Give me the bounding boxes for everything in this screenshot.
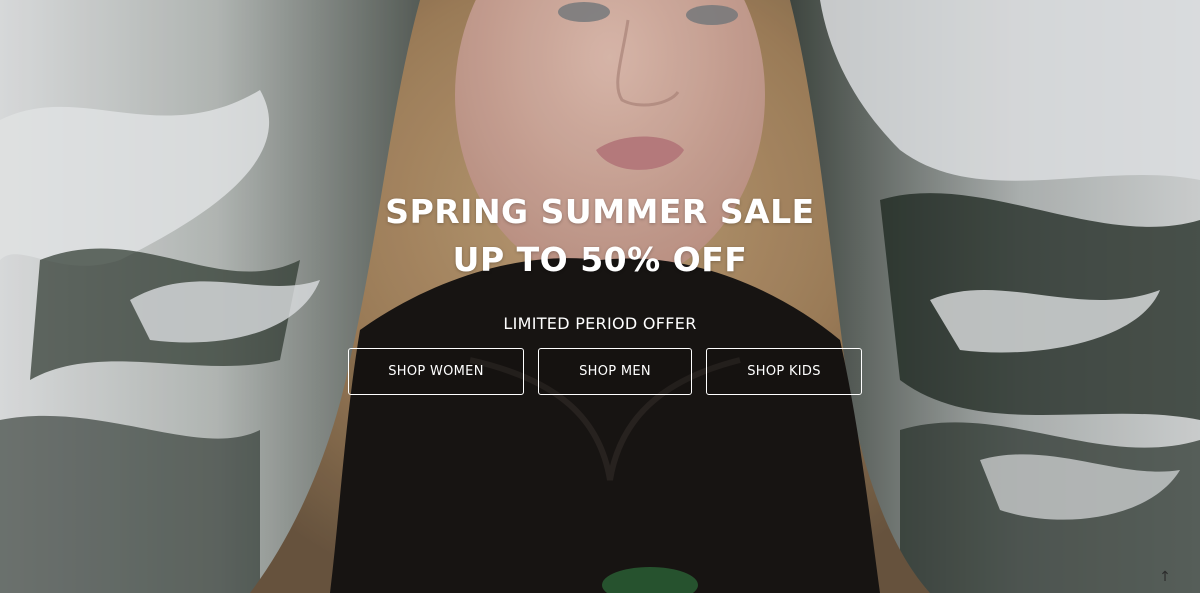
hero-banner: SPRING SUMMER SALE UP TO 50% OFF LIMITED… (0, 0, 1200, 593)
hero-text-block: SPRING SUMMER SALE UP TO 50% OFF LIMITED… (0, 188, 1200, 334)
arrow-up-icon[interactable]: ↑ (1158, 569, 1172, 585)
offer-subline: LIMITED PERIOD OFFER (503, 314, 697, 333)
shop-men-button[interactable]: SHOP MEN (538, 348, 692, 395)
sale-headline: SPRING SUMMER SALE UP TO 50% OFF (0, 188, 1200, 284)
shop-kids-button[interactable]: SHOP KIDS (706, 348, 862, 395)
shop-women-button[interactable]: SHOP WOMEN (348, 348, 524, 395)
headline-line-2: UP TO 50% OFF (452, 240, 748, 279)
headline-line-1: SPRING SUMMER SALE (385, 192, 815, 231)
shop-buttons: SHOP WOMEN SHOP MEN SHOP KIDS (0, 348, 1200, 395)
